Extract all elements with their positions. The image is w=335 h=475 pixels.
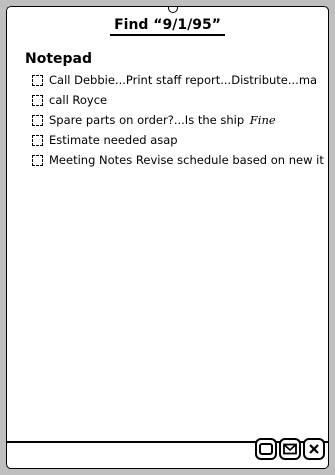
close-button[interactable] — [303, 438, 325, 460]
result-text[interactable]: Spare parts on order?...Is the ship Fine — [49, 110, 335, 130]
result-text[interactable]: Estimate needed asap — [49, 130, 335, 150]
checkbox[interactable] — [32, 74, 43, 86]
list-item[interactable]: Spare parts on order?...Is the ship Fine — [32, 110, 335, 130]
handwriting-ink: Fine — [249, 113, 276, 127]
list-item[interactable]: Call Debbie...Print staff report...Distr… — [32, 70, 335, 90]
result-text[interactable]: Call Debbie...Print staff report...Distr… — [49, 70, 335, 90]
result-text-typed: Spare parts on order?...Is the ship — [49, 113, 245, 127]
window-title: Find “9/1/95” — [7, 17, 328, 36]
checkbox[interactable] — [32, 134, 43, 146]
close-icon — [309, 444, 319, 454]
section-title-notepad: Notepad — [25, 51, 93, 67]
window-notch — [168, 7, 178, 13]
find-results-window: Find “9/1/95” Notepad Call Debbie...Prin… — [6, 6, 329, 469]
envelope-icon — [283, 443, 297, 455]
checkbox[interactable] — [32, 94, 43, 106]
title-text: Find “9/1/95” — [110, 17, 225, 36]
list-item[interactable]: Meeting Notes Revise schedule based on n… — [32, 150, 335, 170]
results-list: Call Debbie...Print staff report...Distr… — [32, 70, 335, 170]
overview-icon — [259, 443, 273, 455]
overview-button[interactable] — [255, 438, 277, 460]
checkbox[interactable] — [32, 154, 43, 166]
route-button[interactable] — [279, 438, 301, 460]
list-item[interactable]: Estimate needed asap — [32, 130, 335, 150]
result-text[interactable]: call Royce — [49, 90, 335, 110]
checkbox[interactable] — [32, 114, 43, 126]
list-item[interactable]: call Royce — [32, 90, 335, 110]
result-text[interactable]: Meeting Notes Revise schedule based on n… — [49, 150, 335, 170]
action-buttons — [255, 438, 325, 460]
